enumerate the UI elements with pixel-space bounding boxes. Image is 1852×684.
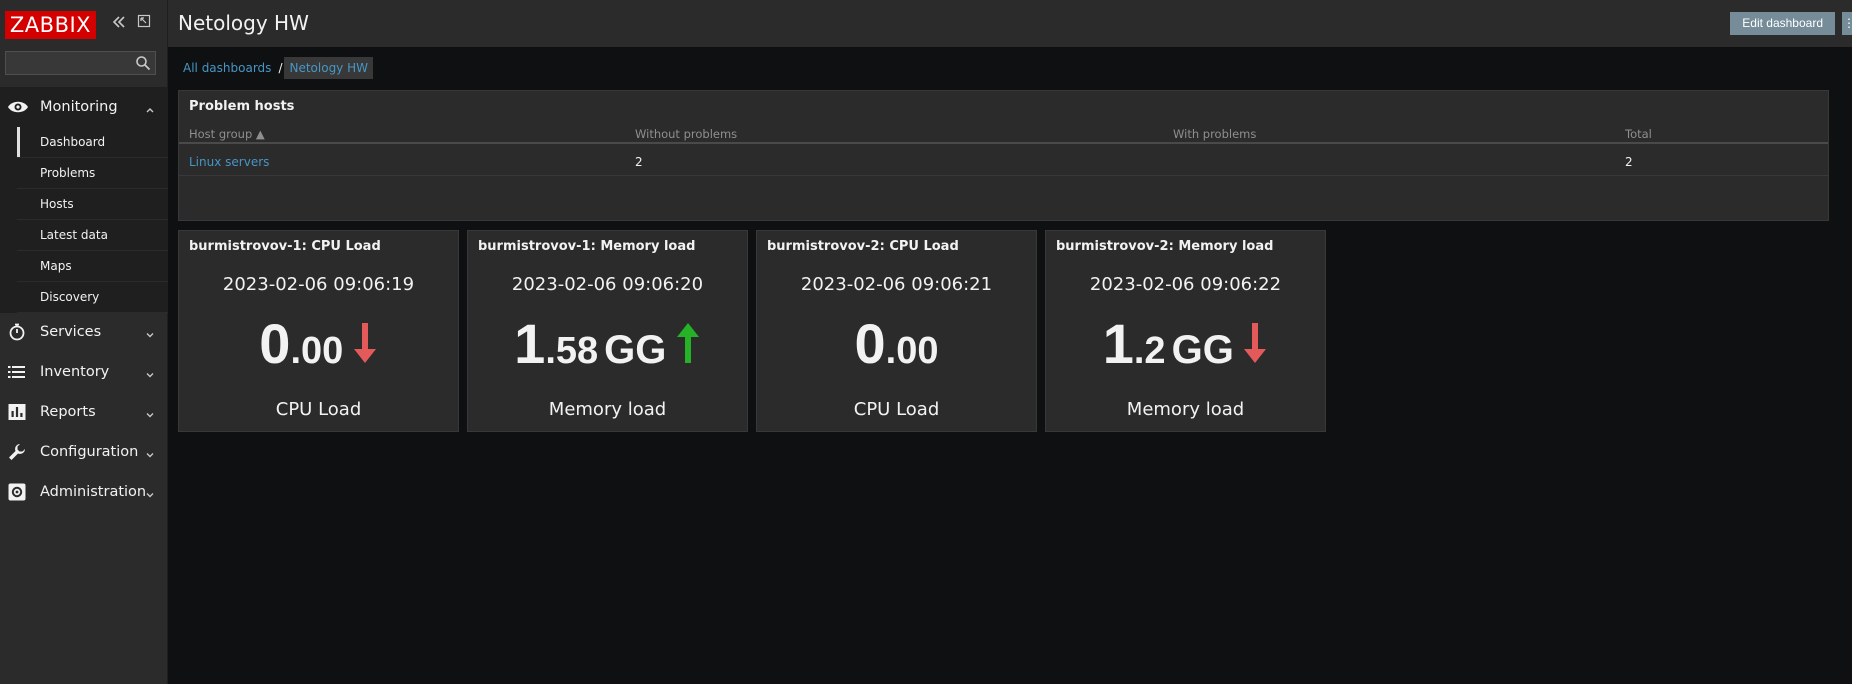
menu-configuration[interactable]: Configuration [0, 432, 168, 472]
item-value: 1.58 GG [468, 313, 747, 375]
wrench-icon [7, 442, 27, 462]
item-value: 0.00 [757, 313, 1036, 375]
page-header: Netology HW Edit dashboard ⋮ [168, 0, 1852, 47]
menu-configuration-label: Configuration [40, 444, 139, 460]
widget-title: burmistrovov-1: Memory load [478, 239, 696, 254]
chevron-up-icon [144, 101, 156, 113]
value-integer: 1 [1102, 312, 1134, 375]
item-timestamp: 2023-02-06 09:06:20 [511, 274, 704, 295]
value-decimal: .00 [290, 330, 344, 372]
item-value-widget: burmistrovov-1: Memory load 2023-02-06 0… [467, 230, 748, 432]
breadcrumb-separator: / [278, 61, 283, 75]
item-value: 0.00 [179, 313, 458, 375]
chevron-down-icon [144, 446, 156, 458]
column-with-problems: With problems [1173, 127, 1257, 141]
value-integer: 0 [259, 312, 291, 375]
value-integer: 1 [514, 312, 546, 375]
arrow-up-icon [676, 323, 699, 363]
arrow-down-icon [1244, 323, 1267, 363]
value-decimal: .2 [1133, 330, 1166, 372]
arrow-down-icon [353, 323, 376, 363]
widget-title: burmistrovov-2: Memory load [1056, 239, 1274, 254]
item-value-widget: burmistrovov-2: CPU Load 2023-02-06 09:0… [756, 230, 1037, 432]
item-description: CPU Load [853, 399, 940, 420]
column-without-problems: Without problems [635, 127, 738, 141]
item-value-widget: burmistrovov-2: Memory load 2023-02-06 0… [1045, 230, 1326, 432]
sidebar-item-discovery[interactable]: Discovery [17, 282, 168, 313]
breadcrumb: All dashboards / Netology HW [178, 57, 373, 79]
menu-services[interactable]: Services [0, 312, 168, 352]
sidebar: ZABBIX Monitoring Dashboard Problems Hos… [0, 0, 168, 684]
page-title: Netology HW [178, 11, 309, 35]
chevron-down-icon [144, 326, 156, 338]
menu-services-label: Services [40, 324, 102, 340]
collapse-sidebar-icon[interactable] [110, 14, 128, 32]
value-decimal: .58 [545, 330, 599, 372]
menu-reports-label: Reports [40, 404, 96, 420]
breadcrumb-current[interactable]: Netology HW [284, 57, 373, 79]
menu-reports[interactable]: Reports [0, 392, 168, 432]
kiosk-mode-icon[interactable] [135, 14, 153, 32]
item-timestamp: 2023-02-06 09:06:19 [222, 274, 415, 295]
submenu-track [0, 127, 17, 313]
problem-hosts-widget: Problem hosts Host group ▲ Without probl… [178, 90, 1829, 221]
item-description: Memory load [1126, 399, 1245, 420]
menu-inventory[interactable]: Inventory [0, 352, 168, 392]
item-description: CPU Load [275, 399, 362, 420]
monitoring-submenu: Dashboard Problems Hosts Latest data Map… [17, 127, 168, 313]
value-integer: 0 [854, 312, 886, 375]
without-problems-value: 2 [635, 155, 643, 169]
table-row: Linux servers 2 2 [179, 146, 1828, 176]
chevron-down-icon [144, 486, 156, 498]
menu-administration[interactable]: Administration [0, 472, 168, 512]
sidebar-item-problems[interactable]: Problems [17, 158, 168, 189]
bar-chart-icon [7, 402, 27, 422]
search-icon[interactable] [135, 55, 151, 71]
breadcrumb-all-dashboards[interactable]: All dashboards [178, 57, 276, 79]
item-timestamp: 2023-02-06 09:06:21 [800, 274, 993, 295]
sidebar-item-maps[interactable]: Maps [17, 251, 168, 282]
main-content: Netology HW Edit dashboard ⋮ All dashboa… [168, 0, 1852, 684]
column-total: Total [1625, 127, 1652, 141]
gear-icon [7, 482, 27, 502]
item-timestamp: 2023-02-06 09:06:22 [1089, 274, 1282, 295]
search-input[interactable] [6, 52, 155, 74]
total-value: 2 [1625, 155, 1633, 169]
sidebar-item-dashboard[interactable]: Dashboard [17, 127, 168, 158]
widget-title: burmistrovov-1: CPU Load [189, 239, 381, 254]
zabbix-logo[interactable]: ZABBIX [5, 11, 96, 39]
value-units: GG [604, 328, 667, 372]
menu-administration-label: Administration [40, 484, 147, 500]
search-box [5, 51, 156, 75]
widget-title: burmistrovov-2: CPU Load [767, 239, 959, 254]
menu-inventory-label: Inventory [40, 364, 110, 380]
item-description: Memory load [548, 399, 667, 420]
stopwatch-icon [7, 322, 27, 342]
value-units: GG [1171, 328, 1234, 372]
list-icon [7, 362, 27, 382]
edit-dashboard-button[interactable]: Edit dashboard [1730, 12, 1835, 35]
widget-title: Problem hosts [189, 99, 295, 114]
eye-icon [7, 97, 28, 117]
value-decimal: .00 [885, 330, 939, 372]
column-host-group[interactable]: Host group ▲ [189, 127, 265, 141]
chevron-down-icon [144, 366, 156, 378]
sidebar-item-hosts[interactable]: Hosts [17, 189, 168, 220]
menu-monitoring[interactable]: Monitoring [0, 87, 168, 127]
item-value: 1.2 GG [1046, 313, 1325, 375]
more-actions-button[interactable]: ⋮ [1842, 12, 1852, 35]
host-group-link[interactable]: Linux servers [189, 155, 269, 169]
item-value-widget: burmistrovov-1: CPU Load 2023-02-06 09:0… [178, 230, 459, 432]
sidebar-item-latest-data[interactable]: Latest data [17, 220, 168, 251]
menu-monitoring-label: Monitoring [40, 99, 118, 115]
chevron-down-icon [144, 406, 156, 418]
logo-row: ZABBIX [0, 0, 168, 46]
table-header: Host group ▲ Without problems With probl… [179, 127, 1828, 144]
